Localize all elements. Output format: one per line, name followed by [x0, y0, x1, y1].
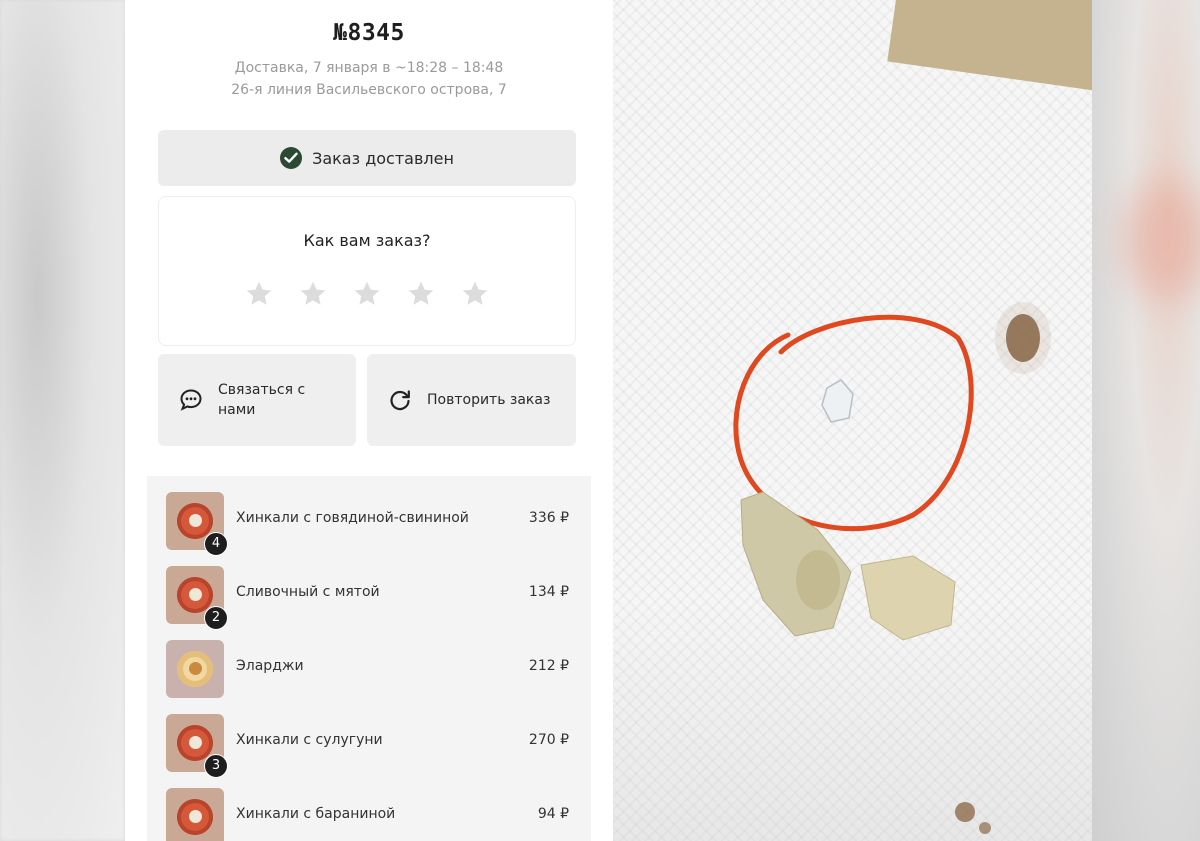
- order-number: №8345: [333, 20, 405, 46]
- contact-us-button[interactable]: Связаться с нами: [158, 354, 356, 446]
- item-price: 134 ₽: [528, 584, 569, 600]
- blurred-background-right: [1092, 0, 1200, 841]
- item-image: 4: [166, 492, 228, 556]
- order-status-text: Заказ доставлен: [312, 148, 454, 168]
- order-item: 3 Хинкали с сулугуни 270 ₽: [147, 698, 591, 778]
- item-image: 3: [166, 714, 228, 778]
- order-item: Хинкали с бараниной 94 ₽: [147, 772, 591, 841]
- blurred-background-left: [0, 0, 125, 841]
- item-price: 212 ₽: [528, 658, 569, 674]
- photo-contents: [733, 302, 1051, 834]
- delivery-time: Доставка, 7 января в ~18:28 – 18:48: [234, 60, 504, 76]
- star-3-icon[interactable]: [352, 279, 382, 309]
- star-5-icon[interactable]: [460, 279, 490, 309]
- chat-bubble-icon: [180, 389, 202, 411]
- order-details-screen: №8345 Доставка, 7 января в ~18:28 – 18:4…: [125, 0, 613, 841]
- repeat-order-label: Повторить заказ: [427, 392, 551, 408]
- item-price: 94 ₽: [537, 806, 569, 822]
- item-image: 2: [166, 566, 228, 630]
- star-2-icon[interactable]: [298, 279, 328, 309]
- item-image: [166, 788, 224, 841]
- item-name: Хинкали с говядиной-свининой: [236, 510, 469, 526]
- order-item: 2 Сливочный с мятой 134 ₽: [147, 550, 591, 630]
- item-image: [166, 640, 224, 698]
- napkin-photo: [613, 0, 1092, 841]
- item-name: Сливочный с мятой: [236, 584, 380, 600]
- item-price: 336 ₽: [528, 510, 569, 526]
- item-name: Хинкали с бараниной: [236, 806, 396, 822]
- order-status-banner: Заказ доставлен: [158, 130, 576, 186]
- rating-stars: [244, 279, 490, 309]
- contact-us-label: Связаться с нами: [218, 382, 306, 418]
- item-price: 270 ₽: [528, 732, 569, 748]
- order-item: 4 Хинкали с говядиной-свининой 336 ₽: [147, 476, 591, 556]
- rating-question: Как вам заказ?: [303, 231, 431, 250]
- glass-shard: [821, 379, 854, 423]
- food-fragment: [860, 555, 956, 641]
- item-name: Хинкали с сулугуни: [236, 732, 383, 748]
- red-circle-mark: [733, 314, 974, 532]
- item-name: Эларджи: [236, 658, 304, 674]
- repeat-order-button[interactable]: Повторить заказ: [367, 354, 576, 446]
- star-1-icon[interactable]: [244, 279, 274, 309]
- refresh-icon: [390, 390, 410, 411]
- star-4-icon[interactable]: [406, 279, 436, 309]
- delivery-address: 26-я линия Васильевского острова, 7: [231, 82, 507, 98]
- check-circle-icon: [280, 147, 303, 169]
- order-item: Эларджи 212 ₽: [147, 624, 591, 698]
- rating-card: Как вам заказ?: [158, 196, 576, 346]
